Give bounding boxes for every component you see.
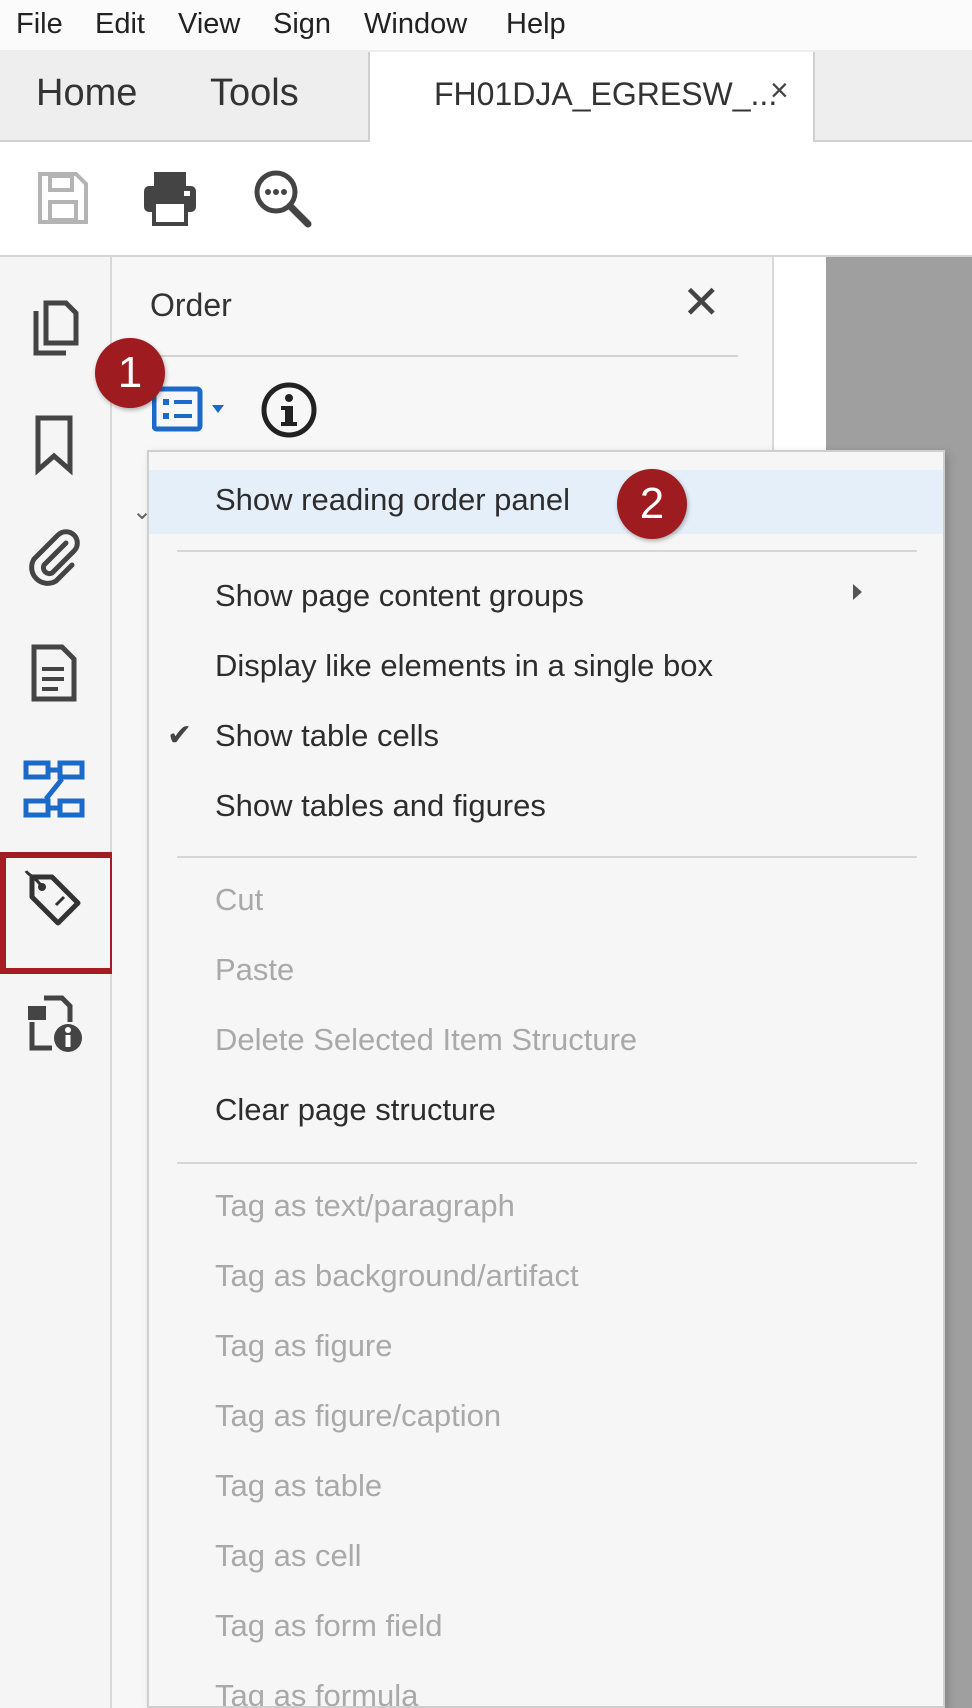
toolbar [0, 142, 972, 257]
menu-item-show-page-content-groups[interactable]: Show page content groups [149, 566, 943, 630]
print-icon[interactable] [138, 166, 202, 230]
tab-home[interactable]: Home [36, 72, 137, 115]
menu-item-label: Tag as table [215, 1468, 383, 1503]
menu-item-label: Tag as cell [215, 1538, 362, 1573]
menu-item-show-reading-order-panel[interactable]: Show reading order panel [149, 470, 943, 534]
menu-item-label: Tag as formula [215, 1678, 419, 1708]
menu-item-show-tables-and-figures[interactable]: Show tables and figures [149, 776, 943, 840]
reading-order-icon[interactable] [22, 757, 86, 821]
bookmark-icon[interactable] [22, 412, 86, 476]
submenu-arrow-icon [853, 584, 862, 600]
menu-item-tag-figure-caption[interactable]: Tag as figure/caption [149, 1386, 943, 1450]
menu-item-display-like-elements[interactable]: Display like elements in a single box [149, 636, 943, 700]
menu-item-label: Tag as figure/caption [215, 1398, 502, 1433]
menu-item-label: Tag as text/paragraph [215, 1188, 515, 1223]
menu-item-label: Paste [215, 952, 295, 987]
checkmark-icon: ✔ [167, 719, 193, 752]
menu-item-tag-figure[interactable]: Tag as figure [149, 1316, 943, 1380]
find-icon[interactable] [250, 166, 314, 230]
close-tab-icon[interactable]: × [770, 72, 789, 109]
panel-close-icon[interactable]: ✕ [682, 275, 721, 329]
menu-divider [177, 856, 917, 858]
menu-item-cut[interactable]: Cut [149, 870, 943, 934]
menu-window[interactable]: Window [364, 8, 467, 41]
menu-item-label: Cut [215, 882, 264, 917]
menu-item-tag-background-artifact[interactable]: Tag as background/artifact [149, 1246, 943, 1310]
tab-document[interactable]: FH01DJA_EGRESW_... × [368, 52, 815, 142]
menu-item-label: Tag as background/artifact [215, 1258, 579, 1293]
menu-item-paste[interactable]: Paste [149, 940, 943, 1004]
panel-title: Order [150, 287, 232, 323]
menu-item-label: Delete Selected Item Structure [215, 1022, 638, 1057]
menu-item-label: Tag as figure [215, 1328, 393, 1363]
menu-divider [177, 1162, 917, 1164]
save-icon[interactable] [30, 166, 94, 230]
menu-item-tag-form-field[interactable]: Tag as form field [149, 1596, 943, 1660]
menu-edit[interactable]: Edit [95, 8, 145, 41]
options-dropdown-menu: Show reading order panel Show page conte… [147, 450, 945, 1708]
menu-item-tag-formula[interactable]: Tag as formula [149, 1666, 943, 1708]
menu-item-delete-selected-item-structure[interactable]: Delete Selected Item Structure [149, 1010, 943, 1074]
menu-item-label: Clear page structure [215, 1092, 496, 1127]
menu-item-label: Show table cells [215, 718, 440, 753]
page-properties-icon[interactable] [22, 641, 86, 705]
menu-item-label: Show tables and figures [215, 788, 546, 823]
menu-item-label: Tag as form field [215, 1608, 443, 1643]
options-menu-icon[interactable] [152, 385, 232, 435]
menu-item-tag-table[interactable]: Tag as table [149, 1456, 943, 1520]
info-icon[interactable] [260, 381, 318, 439]
navigation-rail [0, 257, 112, 1708]
menu-item-label: Display like elements in a single box [215, 648, 713, 683]
menu-bar: File Edit View Sign Window Help [0, 0, 972, 50]
step-badge-2: 2 [617, 469, 687, 539]
pages-icon[interactable] [22, 297, 86, 361]
menu-item-show-table-cells[interactable]: ✔ Show table cells [149, 706, 943, 770]
menu-sign[interactable]: Sign [273, 8, 331, 41]
tags-highlight-box [0, 852, 116, 974]
menu-item-label: Show reading order panel [215, 482, 571, 517]
menu-divider [177, 550, 917, 552]
document-tab-title: FH01DJA_EGRESW_... [434, 76, 778, 112]
menu-item-clear-page-structure[interactable]: Clear page structure [149, 1080, 943, 1144]
tab-tools[interactable]: Tools [210, 72, 299, 115]
menu-item-tag-text-paragraph[interactable]: Tag as text/paragraph [149, 1176, 943, 1240]
content-info-icon[interactable] [22, 992, 86, 1056]
menu-view[interactable]: View [178, 8, 240, 41]
menu-file[interactable]: File [16, 8, 63, 41]
step-badge-1: 1 [95, 338, 165, 408]
menu-item-label: Show page content groups [215, 578, 584, 613]
attachment-icon[interactable] [22, 525, 86, 589]
menu-help[interactable]: Help [506, 8, 566, 41]
menu-item-tag-cell[interactable]: Tag as cell [149, 1526, 943, 1590]
panel-divider [150, 355, 738, 357]
